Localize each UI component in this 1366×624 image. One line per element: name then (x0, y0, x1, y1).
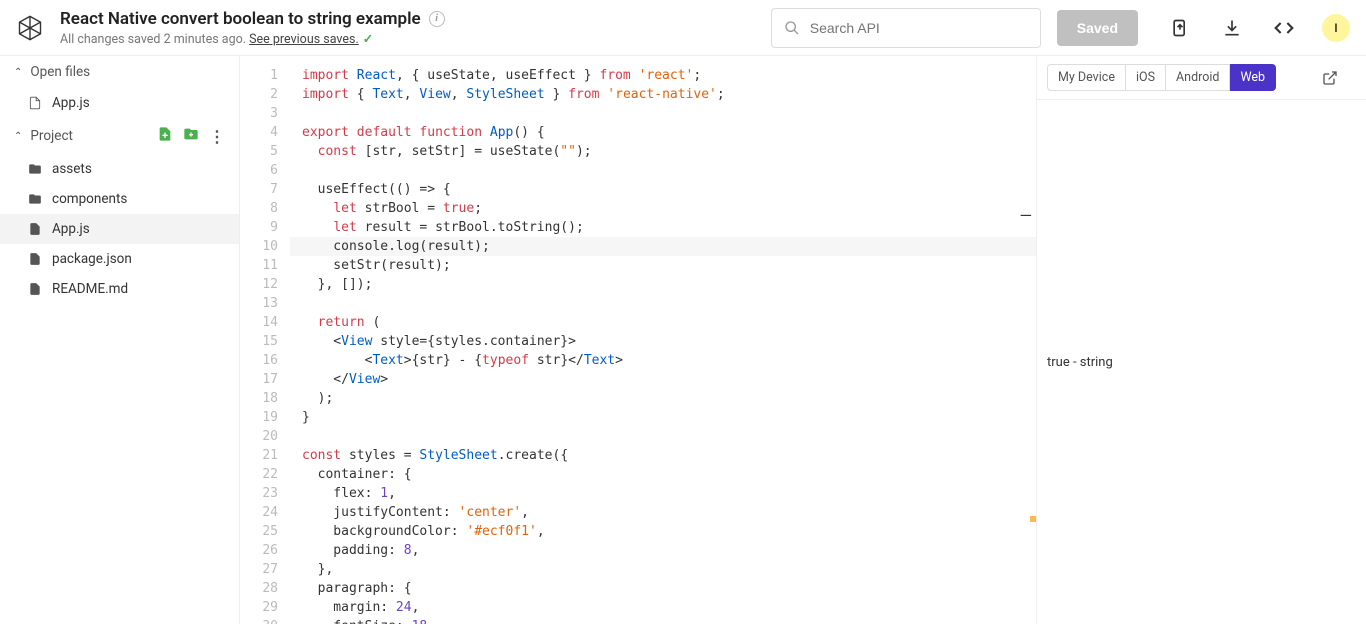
code-area[interactable]: import React, { useState, useEffect } fr… (290, 56, 1036, 624)
chevron-down-icon: ⌃ (14, 131, 22, 142)
preview-tabs: My DeviceiOSAndroidWeb (1037, 56, 1366, 100)
sidebar: ⌃ Open files App.js ⌃ Project ⋮ assets co… (0, 56, 240, 624)
preview-output: true - string (1037, 100, 1366, 624)
folder-icon (28, 192, 42, 206)
search-box[interactable] (771, 8, 1041, 48)
preview-tab-my-device[interactable]: My Device (1047, 64, 1126, 91)
avatar[interactable]: I (1322, 14, 1350, 42)
file-icon (28, 282, 42, 296)
saved-button[interactable]: Saved (1057, 10, 1138, 46)
check-icon: ✓ (363, 32, 373, 47)
project-header[interactable]: ⌃ Project ⋮ (0, 118, 239, 154)
popout-icon[interactable] (1318, 66, 1342, 90)
code-line[interactable]: const styles = StyleSheet.create({ (290, 446, 1036, 465)
code-line[interactable]: import React, { useState, useEffect } fr… (290, 66, 1036, 85)
minimap (1030, 56, 1036, 624)
code-line[interactable]: justifyContent: 'center', (290, 503, 1036, 522)
code-line[interactable]: console.log(result); (290, 237, 1036, 256)
info-icon[interactable]: i (429, 11, 445, 27)
code-line[interactable]: padding: 8, (290, 541, 1036, 560)
file-icon (28, 96, 42, 110)
header: React Native convert boolean to string e… (0, 0, 1366, 56)
preview-panel: My DeviceiOSAndroidWeb true - string (1036, 56, 1366, 624)
new-folder-icon[interactable] (183, 126, 199, 146)
item-name: README.md (52, 281, 128, 297)
code-line[interactable]: }, (290, 560, 1036, 579)
sidebar-item-components[interactable]: components (0, 184, 239, 214)
file-name: App.js (52, 95, 90, 111)
project-label: Project (30, 128, 73, 144)
export-icon[interactable] (1168, 16, 1192, 40)
preview-tab-web[interactable]: Web (1230, 64, 1276, 91)
save-status: All changes saved 2 minutes ago. See pre… (60, 31, 445, 47)
open-files-label: Open files (30, 64, 90, 80)
logo-icon (16, 14, 44, 42)
code-line[interactable]: const [str, setStr] = useState(""); (290, 142, 1036, 161)
open-file-item[interactable]: App.js (0, 88, 239, 118)
download-icon[interactable] (1220, 16, 1244, 40)
page-title: React Native convert boolean to string e… (60, 9, 421, 29)
code-line[interactable]: paragraph: { (290, 579, 1036, 598)
code-line[interactable]: <View style={styles.container}> (290, 332, 1036, 351)
sidebar-item-README-md[interactable]: README.md (0, 274, 239, 304)
code-line[interactable]: backgroundColor: '#ecf0f1', (290, 522, 1036, 541)
chevron-down-icon: ⌃ (14, 67, 22, 78)
item-name: components (52, 191, 127, 207)
new-file-icon[interactable] (157, 126, 173, 146)
sidebar-item-App-js[interactable]: App.js (0, 214, 239, 244)
save-status-text: All changes saved 2 minutes ago. (60, 32, 249, 47)
item-name: App.js (52, 221, 90, 237)
code-line[interactable]: let strBool = true; (290, 199, 1036, 218)
code-line[interactable] (290, 427, 1036, 446)
folder-icon (28, 162, 42, 176)
line-gutter: 1234567891011121314151617181920212223242… (240, 56, 290, 624)
code-line[interactable]: return ( (290, 313, 1036, 332)
file-icon (28, 252, 42, 266)
code-icon[interactable] (1272, 16, 1296, 40)
previous-saves-link[interactable]: See previous saves. (249, 32, 359, 47)
file-icon (28, 222, 42, 236)
code-editor[interactable]: 1234567891011121314151617181920212223242… (240, 56, 1036, 624)
code-line[interactable]: flex: 1, (290, 484, 1036, 503)
open-files-header[interactable]: ⌃ Open files (0, 56, 239, 88)
code-line[interactable]: } (290, 408, 1036, 427)
search-input[interactable] (810, 20, 1028, 36)
preview-tab-android[interactable]: Android (1166, 64, 1230, 91)
code-line[interactable] (290, 104, 1036, 123)
sidebar-item-assets[interactable]: assets (0, 154, 239, 184)
preview-output-text: true - string (1047, 355, 1113, 370)
code-line[interactable]: let result = strBool.toString(); (290, 218, 1036, 237)
preview-tab-ios[interactable]: iOS (1126, 64, 1166, 91)
item-name: package.json (52, 251, 132, 267)
code-line[interactable]: setStr(result); (290, 256, 1036, 275)
code-line[interactable]: </View> (290, 370, 1036, 389)
code-line[interactable]: <Text>{str} - {typeof str}</Text> (290, 351, 1036, 370)
more-icon[interactable]: ⋮ (209, 127, 225, 146)
code-line[interactable] (290, 294, 1036, 313)
code-line[interactable] (290, 161, 1036, 180)
item-name: assets (52, 161, 92, 177)
code-line[interactable]: margin: 24, (290, 598, 1036, 617)
code-line[interactable]: useEffect(() => { (290, 180, 1036, 199)
code-line[interactable]: }, []); (290, 275, 1036, 294)
search-icon (784, 20, 800, 36)
code-line[interactable]: container: { (290, 465, 1036, 484)
avatar-letter: I (1334, 21, 1337, 35)
sidebar-item-package-json[interactable]: package.json (0, 244, 239, 274)
code-line[interactable]: export default function App() { (290, 123, 1036, 142)
code-line[interactable]: ); (290, 389, 1036, 408)
code-line[interactable]: import { Text, View, StyleSheet } from '… (290, 85, 1036, 104)
code-line[interactable]: fontSize: 18, (290, 617, 1036, 624)
